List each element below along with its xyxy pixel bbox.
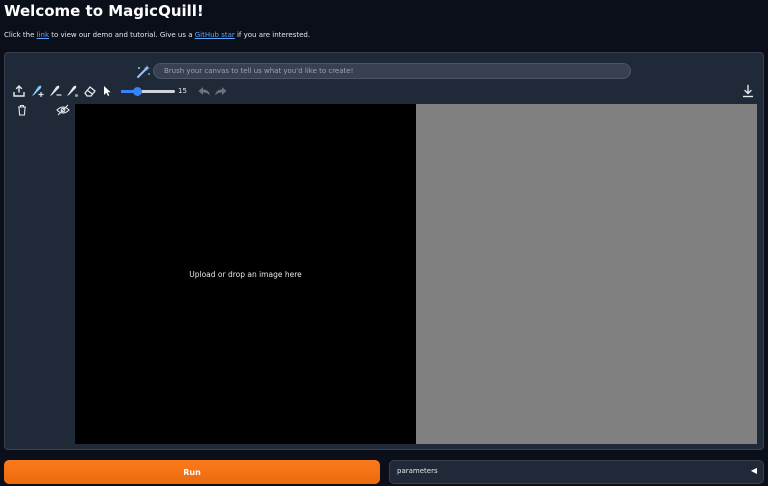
prompt-input[interactable]: Brush your canvas to tell us what you'd … [153,63,631,79]
color-brush-icon[interactable] [65,84,79,98]
download-icon[interactable] [741,84,755,98]
brush-size-slider[interactable] [121,87,175,96]
undo-icon[interactable] [197,84,211,98]
subtract-brush-icon[interactable] [48,84,62,98]
collapse-arrow-icon[interactable]: ◀ [751,466,757,475]
parameters-accordion[interactable]: parameters ◀ [389,460,764,484]
eraser-icon[interactable] [83,84,97,98]
page-title: Welcome to MagicQuill! [4,2,204,20]
brush-size-value: 15 [178,87,187,95]
hide-icon[interactable] [56,104,70,116]
redo-icon[interactable] [214,84,228,98]
run-button[interactable]: Run [4,460,380,484]
intro-text: Click the link to view our demo and tuto… [4,31,310,39]
cursor-icon[interactable] [101,85,113,97]
drawing-canvas[interactable]: Upload or drop an image here [75,104,416,444]
parameters-label: parameters [397,467,438,475]
preview-canvas [416,104,757,444]
intro-middle: to view our demo and tutorial. Give us a [49,31,195,39]
magic-wand-icon[interactable] [135,64,151,80]
github-star-link[interactable]: GitHub star [195,31,235,39]
intro-suffix: if you are interested. [234,31,311,39]
demo-link[interactable]: link [37,31,49,39]
add-brush-icon[interactable] [30,84,44,98]
upload-icon[interactable] [12,84,26,98]
upload-prompt: Upload or drop an image here [189,269,302,279]
delete-icon[interactable] [16,104,28,116]
intro-prefix: Click the [4,31,37,39]
